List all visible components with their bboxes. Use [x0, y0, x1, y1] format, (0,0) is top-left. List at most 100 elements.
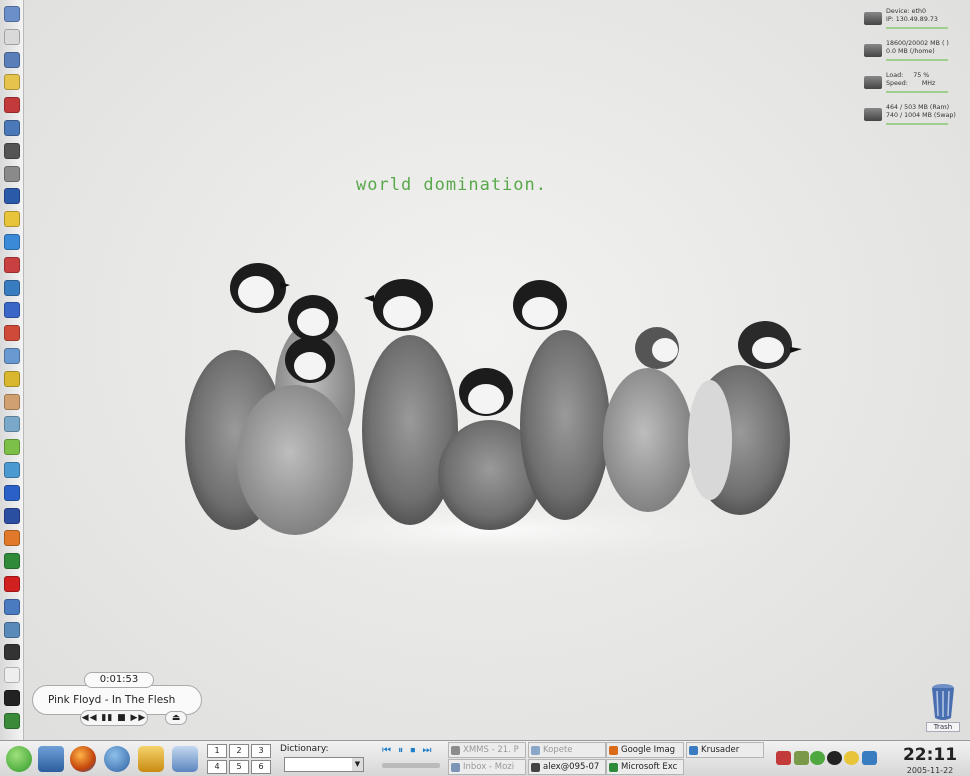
xmms-seek-slider[interactable] [382, 763, 440, 768]
flag-icon[interactable] [776, 751, 791, 765]
spreadsheet-icon[interactable] [4, 553, 20, 570]
taskbar-window-list: XMMS - 21. P Kopete Google Imag Krusader Inb… [448, 742, 768, 776]
task-app-icon [689, 746, 698, 755]
notes-tray-icon[interactable] [844, 751, 859, 765]
task-app-icon [531, 763, 540, 772]
hard-disk-icon [864, 44, 882, 57]
player-eject-button[interactable]: ⏏ [165, 711, 187, 725]
chili-icon[interactable] [4, 576, 20, 592]
taskbar-task-button[interactable]: Inbox - Mozi [448, 759, 526, 775]
calendar-icon[interactable] [4, 120, 20, 136]
settings-launcher[interactable] [172, 746, 198, 772]
thunderbird-launcher[interactable] [104, 746, 130, 772]
pager-desktop-1[interactable]: 1 [207, 744, 227, 758]
media-player-widget: Pink Floyd - In The Flesh 0:01:53 ◀◀ ▮▮ … [30, 672, 202, 734]
k-menu-button[interactable] [6, 746, 32, 772]
taskbar-task-button[interactable]: Kopete [528, 742, 606, 758]
sysmon-bar [886, 27, 948, 29]
chart-icon[interactable] [4, 256, 20, 273]
light-bulb-icon[interactable] [4, 211, 20, 228]
drive-icon[interactable] [4, 28, 20, 45]
paint-icon[interactable] [4, 416, 20, 433]
task-app-icon [451, 746, 460, 755]
chevron-down-icon[interactable]: ▼ [352, 758, 363, 771]
konqueror-launcher[interactable] [138, 746, 164, 772]
task-label: Microsoft Exc [621, 762, 678, 772]
cpu-icon [864, 76, 882, 89]
clock-applet[interactable]: 22:11 2005-11-22 [890, 741, 970, 776]
crossing-icon[interactable] [4, 302, 20, 319]
document-icon[interactable] [4, 667, 20, 684]
taskbar-task-button[interactable]: XMMS - 21. P [448, 742, 526, 758]
pager-desktop-5[interactable]: 5 [229, 760, 249, 774]
task-label: XMMS - 21. P [463, 745, 519, 755]
pager-desktop-3[interactable]: 3 [251, 744, 271, 758]
taskbar-task-button[interactable]: alex@095-07 [528, 759, 606, 775]
network-card-icon [864, 12, 882, 25]
pager-desktop-2[interactable]: 2 [229, 744, 249, 758]
cross-icon[interactable] [4, 484, 20, 501]
pdf-icon[interactable] [4, 325, 20, 342]
presentation-icon[interactable] [4, 530, 20, 547]
printer-icon[interactable] [4, 142, 20, 159]
palette-icon[interactable] [4, 439, 20, 456]
sysmon-text: 464 / 503 MB (Ram) 740 / 1004 MB (Swap) [886, 104, 956, 120]
penguin-group-image [170, 263, 820, 560]
monitor-icon[interactable] [4, 621, 20, 638]
pager-desktop-4[interactable]: 4 [207, 760, 227, 774]
sysmon-text: Device: eth0 IP: 130.49.89.73 [886, 8, 938, 24]
bottom-taskbar: 123 456 Dictionary: ▼ ⏮ ⏸ ⏹ ⏭ XMMS - 21. … [0, 740, 970, 776]
sysmon-bar [886, 59, 948, 61]
shield-icon[interactable] [4, 234, 20, 250]
file-manager-launcher[interactable] [38, 746, 64, 772]
task-app-icon [451, 763, 460, 772]
filemanager-icon[interactable] [4, 6, 20, 22]
clock-date: 2005-11-22 [906, 766, 954, 775]
desktop-pager: 123 456 [205, 743, 273, 775]
network-tray-icon[interactable] [862, 751, 877, 765]
network-icon[interactable] [4, 188, 20, 205]
undo-icon[interactable] [4, 97, 20, 114]
sysmon-text: 18600/20002 MB ( ) 0.0 MB (/home) [886, 40, 949, 56]
pager-desktop-6[interactable]: 6 [251, 760, 271, 774]
task-label: Inbox - Mozi [463, 762, 515, 772]
taskbar-task-button[interactable]: Krusader [686, 742, 764, 758]
terminal-icon[interactable] [4, 51, 20, 68]
clock-icon[interactable] [4, 393, 20, 410]
sysmon-bar [886, 91, 948, 93]
sysmon-row: Device: eth0 IP: 130.49.89.73 [862, 6, 960, 36]
editor-icon[interactable] [4, 165, 20, 182]
spade-icon[interactable] [4, 690, 20, 706]
task-label: Krusader [701, 745, 740, 755]
task-app-icon [609, 746, 618, 755]
dictionary-label: Dictionary: [280, 744, 329, 754]
globe-icon[interactable] [4, 279, 20, 296]
folder-icon[interactable] [4, 74, 20, 91]
left-launcher-panel [0, 0, 24, 740]
sysmon-text: Load: 75 % Speed: MHz [886, 72, 936, 88]
battery-icon[interactable] [794, 751, 809, 765]
xmms-controls[interactable]: ⏮ ⏸ ⏹ ⏭ [382, 745, 434, 756]
memory-icon [864, 108, 882, 121]
clock-time: 22:11 [902, 745, 958, 765]
amarok-tray-icon[interactable] [827, 751, 842, 765]
player-transport-controls[interactable]: ◀◀ ▮▮ ■ ▶▶ [80, 710, 148, 726]
task-label: Kopete [543, 745, 573, 755]
task-label: alex@095-07 [543, 762, 600, 772]
firefox-launcher[interactable] [70, 746, 96, 772]
kopete-tray-icon[interactable] [810, 751, 825, 765]
down-arrow-icon[interactable] [4, 712, 20, 729]
word-icon[interactable] [4, 507, 20, 524]
trash-label: Trash [926, 722, 960, 732]
taskbar-task-button[interactable]: Google Imag [606, 742, 684, 758]
trash-icon [932, 684, 954, 720]
gears-icon[interactable] [4, 462, 20, 478]
search-icon[interactable] [4, 348, 20, 364]
taskbar-task-button[interactable]: Microsoft Exc [606, 759, 684, 775]
chat-icon[interactable] [4, 598, 20, 615]
x-icon[interactable] [4, 644, 20, 661]
trash-desktop-icon[interactable]: Trash [926, 682, 960, 734]
task-app-icon [531, 746, 540, 755]
sysmon-row: 464 / 503 MB (Ram) 740 / 1004 MB (Swap) [862, 102, 960, 132]
sun-icon[interactable] [4, 370, 20, 387]
